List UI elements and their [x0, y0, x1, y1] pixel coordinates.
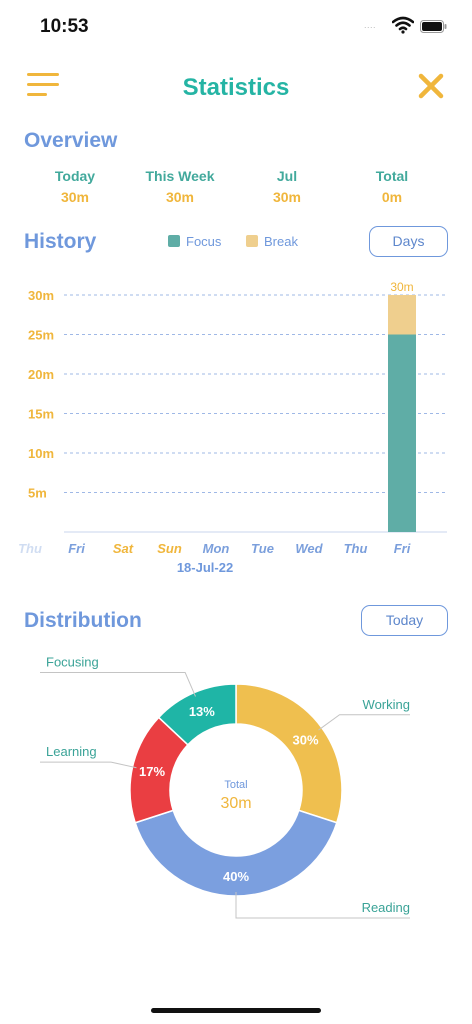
legend-swatch-focus: [168, 235, 180, 247]
overview-title: Overview: [24, 129, 118, 152]
distribution-range-button[interactable]: Today: [361, 605, 448, 636]
y-tick-label: 5m: [28, 486, 47, 501]
x-tick-label: Thu: [18, 541, 42, 556]
overview-value: 0m: [381, 189, 403, 205]
overview-value: 30m: [60, 189, 90, 205]
overview-value: 30m: [272, 189, 302, 205]
donut-percent-label: 13%: [189, 704, 215, 719]
donut-slice-label: Focusing: [46, 655, 99, 670]
leader-line: [40, 761, 137, 769]
x-tick-label: Tue: [251, 541, 274, 556]
bar-value-label: 30m: [390, 280, 413, 294]
donut-slice-working: [235, 683, 343, 824]
page-title: Statistics: [182, 74, 290, 101]
donut-percent-label: 17%: [139, 764, 165, 779]
history-date-label: 18-Jul-22: [176, 560, 234, 575]
legend-label-focus: Focus: [186, 234, 222, 249]
y-tick-label: 20m: [28, 367, 54, 382]
overview-label: Total: [375, 168, 409, 184]
distribution-title: Distribution: [24, 609, 142, 632]
donut-percent-label: 40%: [223, 869, 249, 884]
wifi-icon: [392, 16, 414, 34]
close-icon: [418, 73, 444, 99]
x-tick-label: Wed: [295, 541, 323, 556]
overview-today: Today 30m: [20, 168, 130, 205]
leader-line: [40, 672, 196, 697]
x-tick-label: Sun: [157, 541, 182, 556]
history-bar-chart: 5m 10m 15m 20m 25m 30m Thu Fri Sat Sun Mon Tue Wed Th…: [18, 280, 447, 556]
history-title: History: [24, 230, 97, 253]
legend-swatch-break: [246, 235, 258, 247]
y-tick-label: 10m: [28, 446, 54, 461]
donut-center-value: 30m: [220, 795, 251, 812]
donut-center-label: Total: [224, 779, 247, 791]
y-tick-label: 15m: [28, 407, 54, 422]
overview-label: Jul: [276, 168, 298, 184]
overview-value: 30m: [165, 189, 195, 205]
x-tick-label: Sat: [113, 541, 134, 556]
bar-segment-break: [388, 295, 416, 335]
x-tick-label: Mon: [203, 541, 230, 556]
leader-line: [318, 714, 410, 731]
status-time: 10:53: [40, 16, 89, 37]
donut-slice-label: Working: [363, 697, 410, 712]
x-tick-label: Thu: [344, 541, 368, 556]
signal-dots: ....: [364, 20, 377, 30]
overview-this-week: This Week 30m: [125, 168, 235, 205]
legend-label-break: Break: [264, 234, 298, 249]
home-indicator: [151, 1008, 321, 1013]
y-tick-label: 30m: [28, 288, 54, 303]
overview-month: Jul 30m: [232, 168, 342, 205]
x-tick-label: Fri: [68, 541, 85, 556]
donut-slice-label: Learning: [46, 744, 97, 759]
donut-percent-label: 30%: [293, 732, 319, 747]
history-range-button[interactable]: Days: [369, 226, 448, 257]
close-button[interactable]: [417, 72, 445, 100]
bar-segment-focus: [388, 334, 416, 532]
distribution-donut-chart: 30% 40% 17% 13% Working Reading Learning Focusi…: [40, 655, 410, 919]
y-tick-label: 25m: [28, 328, 54, 343]
donut-slice-label: Reading: [362, 900, 410, 915]
overview-total: Total 0m: [337, 168, 447, 205]
overview-label: Today: [54, 168, 96, 184]
x-tick-label: Fri: [394, 541, 411, 556]
battery-icon: [420, 20, 447, 33]
overview-label: This Week: [145, 168, 215, 184]
